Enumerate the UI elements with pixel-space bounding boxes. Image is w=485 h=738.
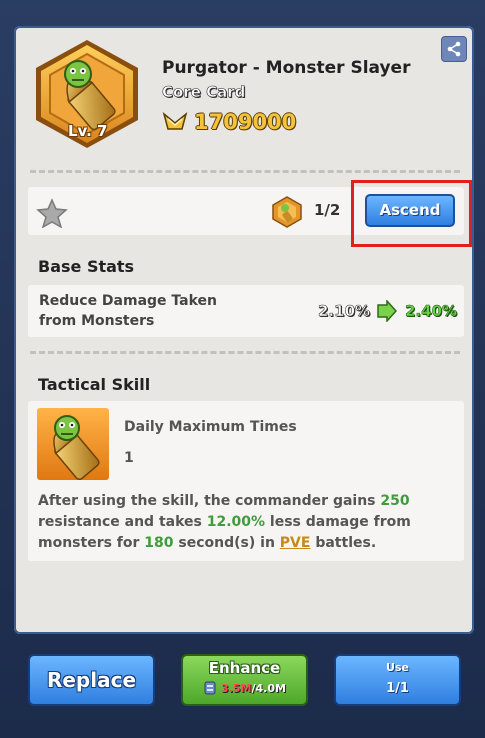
base-stats-title: Base Stats [38,257,135,276]
card-fragment-icon [272,196,302,228]
enhance-need: /4.0M [251,681,286,695]
desc-mode-link[interactable]: PVE [280,535,311,551]
stat-current: 2.10% [318,302,371,321]
enhance-cost: 3.5M/4.0M [183,681,306,695]
desc-text: After using the skill, the commander gai… [38,493,381,509]
arrow-right-icon [377,300,397,322]
highlight-box [351,180,472,247]
divider [30,170,460,173]
desc-text: resistance and takes [38,514,207,530]
desc-duration-value: 180 [144,535,174,551]
tactical-skill-title: Tactical Skill [38,375,151,394]
use-button[interactable]: Use 1/1 [334,654,461,706]
skill-icon [37,408,109,480]
desc-text: battles. [310,535,377,551]
skill-description: After using the skill, the commander gai… [38,491,458,554]
skill-attribute-label: Daily Maximum Times [124,419,297,435]
desc-reduce-value: 12.00% [206,514,266,530]
material-icon [204,681,216,695]
replace-button[interactable]: Replace [28,654,155,706]
card-power: 1709000 [162,110,296,134]
star-icon [36,198,68,228]
power-icon [162,111,188,130]
enhance-have: 3.5M [221,681,252,695]
stat-next: 2.40% [405,302,458,321]
power-value: 1709000 [194,110,297,134]
divider [30,351,460,354]
card-badge: Lv. 7 [32,38,142,150]
skill-attribute-value: 1 [124,450,134,466]
share-button[interactable] [441,36,467,62]
desc-text: second(s) in [173,535,280,551]
share-icon [447,41,461,57]
enhance-button[interactable]: Enhance 3.5M/4.0M [181,654,308,706]
use-count: 1/1 [386,681,409,696]
use-label: Use [386,661,409,674]
card-level: Lv. 7 [68,122,108,140]
card-type: Core Card [162,83,246,102]
stat-label: Reduce Damage Taken from Monsters [39,293,218,329]
enhance-label: Enhance [208,659,281,677]
card-name: Purgator - Monster Slayer [162,58,411,78]
ascend-count: 1/2 [314,201,341,219]
desc-resist-value: 250 [380,493,410,509]
